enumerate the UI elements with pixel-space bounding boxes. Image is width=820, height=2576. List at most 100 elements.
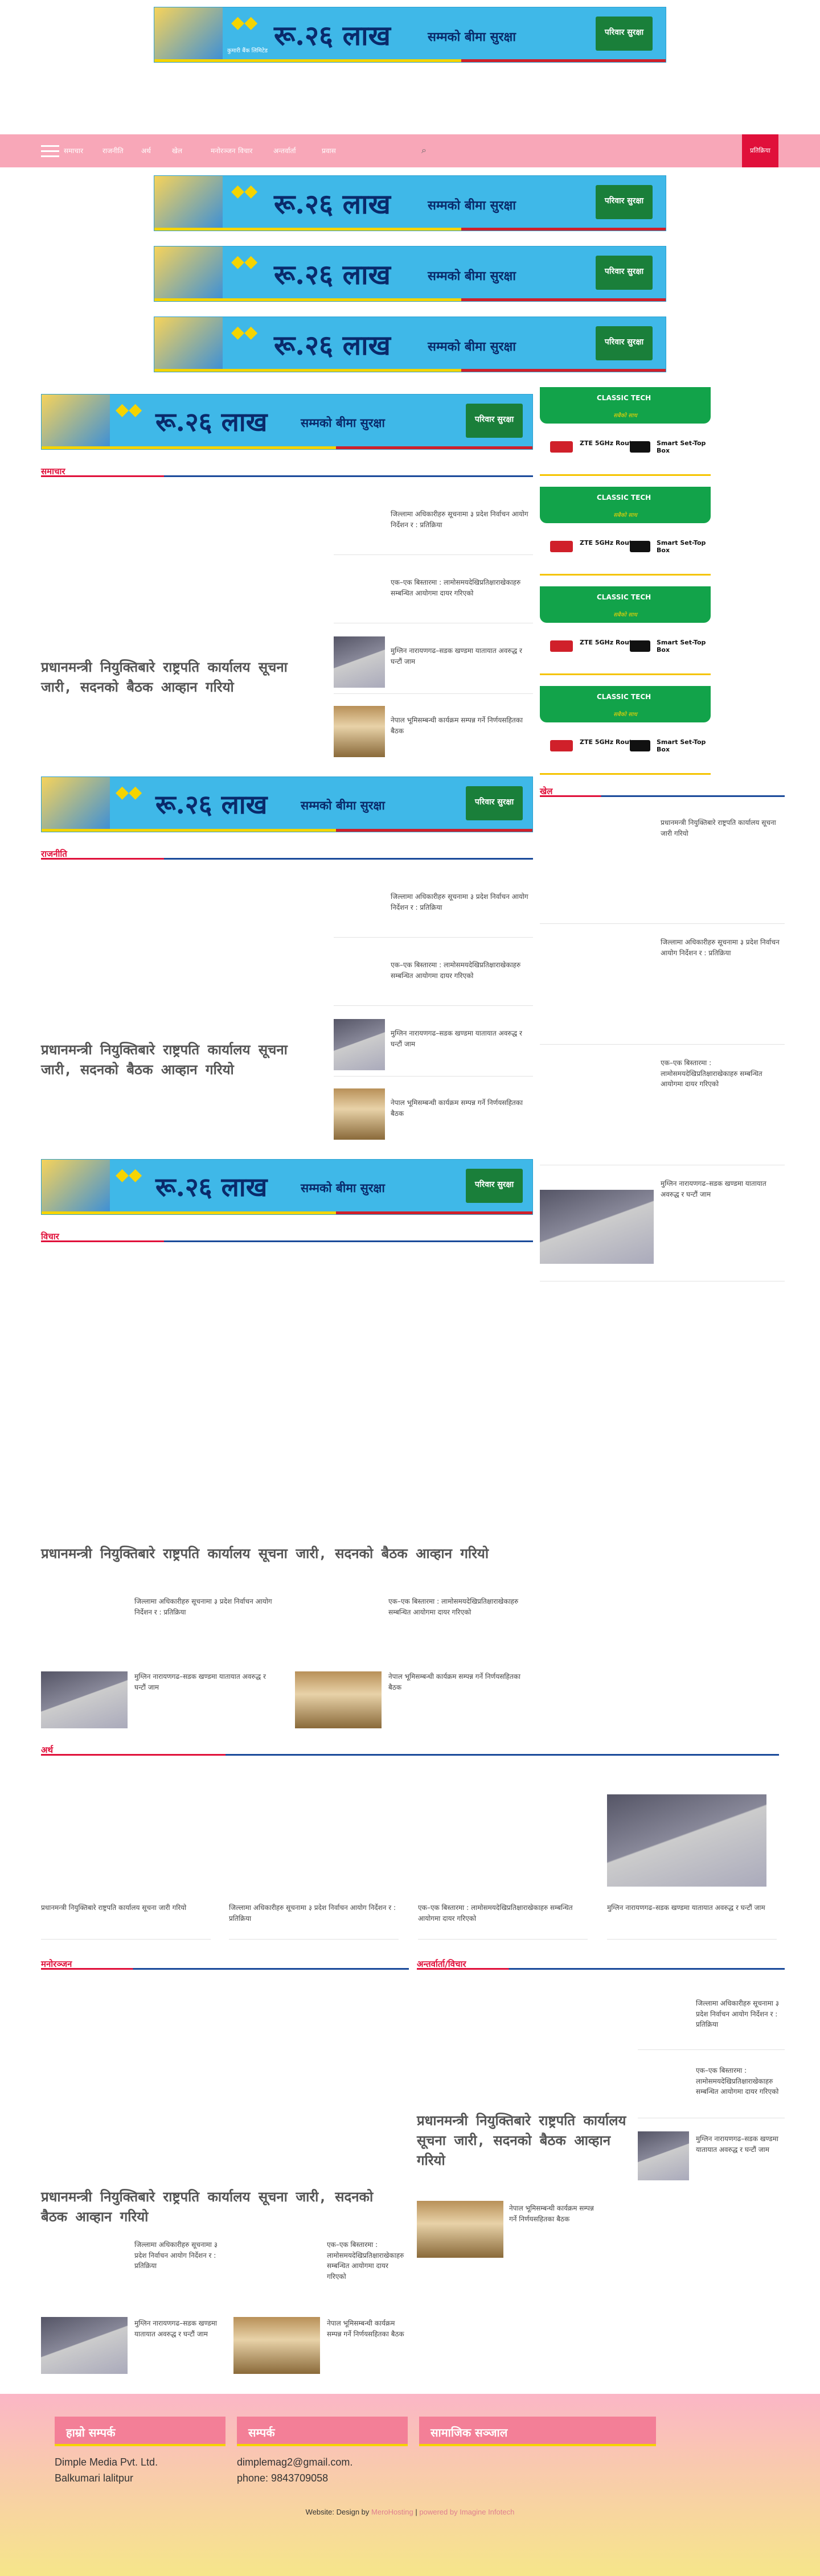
ad-amount: रू.२६ लाख xyxy=(274,259,391,291)
news-thumbnail[interactable] xyxy=(334,1019,385,1070)
news-item-title[interactable]: नेपाल भूमिसम्बन्धी कार्यक्रम सम्पन्न गर्… xyxy=(391,715,533,736)
news-item-title[interactable]: प्रधानमन्त्री नियुक्तिबारे राष्ट्रपति का… xyxy=(661,817,780,839)
nav-item[interactable]: समाचार xyxy=(64,146,83,155)
lead-headline[interactable]: प्रधानमन्त्री नियुक्तिबारे राष्ट्रपति का… xyxy=(41,1544,533,1564)
ad-diamond-icon: ◆◆ xyxy=(116,782,142,802)
content-banner-ad-2[interactable]: ◆◆ रू.२६ लाख सम्मको बीमा सुरक्षा परिवार … xyxy=(41,777,533,832)
news-item-title[interactable]: जिल्लामा अधिकारीहरु सूचनामा ३ प्रदेश निर… xyxy=(696,1998,785,2030)
ad-item: Smart Set-Top Box xyxy=(657,639,706,654)
news-item-title[interactable]: नेपाल भूमिसम्बन्धी कार्यक्रम सम्पन्न गर्… xyxy=(327,2318,407,2339)
credit-powered-link[interactable]: powered by Imagine Infotech xyxy=(419,2508,514,2516)
ad-family-image xyxy=(154,317,223,372)
ad-family-image xyxy=(154,246,223,301)
banner-ad-2[interactable]: ◆◆ रू.२६ लाख सम्मको बीमा सुरक्षा परिवार … xyxy=(154,246,666,302)
lead-headline[interactable]: प्रधानमन्त्री नियुक्तिबारे राष्ट्रपति का… xyxy=(417,2111,633,2170)
lead-headline[interactable]: प्रधानमन्त्री नियुक्तिबारे राष्ट्रपति का… xyxy=(41,2187,405,2227)
news-thumbnail[interactable] xyxy=(607,1794,766,1887)
nav-item[interactable]: अन्तर्वार्ता xyxy=(273,146,296,155)
nav-item[interactable]: प्रवास xyxy=(322,146,336,155)
nav-item[interactable]: खेल xyxy=(172,146,182,155)
banner-ad-1[interactable]: ◆◆ रू.२६ लाख सम्मको बीमा सुरक्षा परिवार … xyxy=(154,175,666,231)
ad-amount: रू.२६ लाख xyxy=(155,406,268,437)
news-item-title[interactable]: जिल्लामा अधिकारीहरु सूचनामा ३ प्रदेश निर… xyxy=(661,937,780,958)
footer-heading: सामाजिक सञ्जाल xyxy=(419,2417,656,2446)
nav-item[interactable]: राजनीति xyxy=(102,146,124,155)
news-item-title[interactable]: जिल्लामा अधिकारीहरु सूचनामा ३ प्रदेश निर… xyxy=(134,1596,282,1617)
nav-item[interactable]: मनोरञ्जन xyxy=(211,146,235,155)
feedback-button[interactable]: प्रतिक्रिया xyxy=(742,134,778,167)
news-thumbnail[interactable] xyxy=(638,2131,689,2180)
news-item-title[interactable]: मुग्लिन नारायणगढ–सडक खण्डमा यातायात अवरु… xyxy=(134,1671,271,1692)
news-item-title[interactable]: मुग्लिन नारायणगढ–सडक खण्डमा यातायात अवरु… xyxy=(607,1903,778,1913)
news-item-title[interactable]: मुग्लिन नारायणगढ–सडक खण्डमा यातायात अवरु… xyxy=(391,1028,533,1049)
news-item-title[interactable]: जिल्लामा अधिकारीहरु सूचनामा ३ प्रदेश निर… xyxy=(391,891,533,913)
credit-separator: | xyxy=(415,2508,417,2516)
news-thumbnail[interactable] xyxy=(334,706,385,757)
news-thumbnail[interactable] xyxy=(334,636,385,688)
sidebar-ad-4[interactable]: CLASSIC TECH सबैको साथ ZTE 5GHz Router S… xyxy=(540,686,711,777)
ad-amount: रू.२६ लाख xyxy=(155,1172,268,1202)
news-item-title[interactable]: प्रधानमन्त्री नियुक्तिबारे राष्ट्रपति का… xyxy=(41,1903,212,1913)
news-thumbnail[interactable] xyxy=(540,1190,654,1264)
nav-item[interactable]: अर्थ xyxy=(141,146,151,155)
news-item-title[interactable]: एक–एक बिस्तारमा : लामोसमयदेखिप्रतिक्षारा… xyxy=(327,2240,407,2282)
nav-item[interactable]: विचार xyxy=(238,146,252,155)
sidebar-ad-1[interactable]: CLASSIC TECH सबैको साथ ZTE 5GHz Router S… xyxy=(540,387,711,478)
news-thumbnail[interactable] xyxy=(233,2317,320,2374)
footer-phone: phone: 9843709058 xyxy=(237,2472,329,2484)
ad-tagline: सम्मको बीमा सुरक्षा xyxy=(428,199,516,213)
ad-item: Smart Set-Top Box xyxy=(657,539,706,554)
news-item-title[interactable]: मुग्लिन नारायणगढ–सडक खण्डमा यातायात अवरु… xyxy=(391,646,533,667)
credit-designer-link[interactable]: MeroHosting xyxy=(371,2508,413,2516)
news-item-title[interactable]: मुग्लिन नारायणगढ–सडक खण्डमा यातायात अवरु… xyxy=(134,2318,220,2339)
news-item-title[interactable]: एक–एक बिस्तारमा : लामोसमयदेखिप्रतिक्षारा… xyxy=(391,960,533,981)
news-item-title[interactable]: एक–एक बिस्तारमा : लामोसमयदेखिप्रतिक्षारा… xyxy=(696,2065,785,2097)
credit-prefix: Website: Design by xyxy=(305,2508,370,2516)
news-thumbnail[interactable] xyxy=(417,2201,503,2258)
news-thumbnail[interactable] xyxy=(41,2317,128,2374)
news-item-title[interactable]: एक–एक बिस्तारमा : लामोसमयदेखिप्रतिक्षारा… xyxy=(388,1596,536,1617)
content-banner-ad-1[interactable]: ◆◆ रू.२६ लाख सम्मको बीमा सुरक्षा परिवार … xyxy=(41,394,533,450)
ad-amount: रू.२६ लाख xyxy=(274,20,391,52)
router-icon xyxy=(550,441,573,453)
ad-product-logo: परिवार सुरक्षा xyxy=(466,404,523,438)
news-item-title[interactable]: नेपाल भूमिसम्बन्धी कार्यक्रम सम्पन्न गर्… xyxy=(509,2203,594,2224)
news-thumbnail[interactable] xyxy=(334,1088,385,1140)
ad-stripe xyxy=(42,1211,532,1214)
search-icon[interactable]: ⌕ xyxy=(421,145,433,156)
news-item-title[interactable]: मुग्लिन नारायणगढ–सडक खण्डमा यातायात अवरु… xyxy=(661,1178,780,1199)
footer-email[interactable]: dimplemag2@gmail.com. xyxy=(237,2456,352,2468)
ad-diamond-icon: ◆◆ xyxy=(116,400,142,420)
sidebar-ad-2[interactable]: CLASSIC TECH सबैको साथ ZTE 5GHz Router S… xyxy=(540,487,711,578)
sidebar-ad-3[interactable]: CLASSIC TECH सबैको साथ ZTE 5GHz Router S… xyxy=(540,586,711,677)
news-item-title[interactable]: जिल्लामा अधिकारीहरु सूचनामा ३ प्रदेश निर… xyxy=(391,509,533,530)
settop-box-icon xyxy=(630,740,650,751)
lead-headline[interactable]: प्रधानमन्त्री नियुक्तिबारे राष्ट्रपति का… xyxy=(41,1040,326,1080)
news-item-title[interactable]: एक–एक बिस्तारमा : लामोसमयदेखिप्रतिक्षारा… xyxy=(661,1058,780,1090)
news-item-title[interactable]: नेपाल भूमिसम्बन्धी कार्यक्रम सम्पन्न गर्… xyxy=(391,1098,533,1119)
ad-slogan: सबैको साथ xyxy=(613,512,637,519)
content-banner-ad-3[interactable]: ◆◆ रू.२६ लाख सम्मको बीमा सुरक्षा परिवार … xyxy=(41,1159,533,1215)
ad-amount: रू.२६ लाख xyxy=(155,789,268,820)
news-thumbnail[interactable] xyxy=(295,1671,382,1728)
hamburger-menu-icon[interactable] xyxy=(41,145,59,158)
router-icon xyxy=(550,541,573,552)
footer-heading: सम्पर्क xyxy=(237,2417,408,2446)
news-item-title[interactable]: जिल्लामा अधिकारीहरु सूचनामा ३ प्रदेश निर… xyxy=(134,2240,220,2271)
footer-credit: Website: Design by MeroHosting | powered… xyxy=(0,2508,820,2516)
banner-ad-3[interactable]: ◆◆ रू.२६ लाख सम्मको बीमा सुरक्षा परिवार … xyxy=(154,317,666,372)
news-thumbnail[interactable] xyxy=(41,1671,128,1728)
lead-headline[interactable]: प्रधानमन्त्री नियुक्तिबारे राष्ट्रपति का… xyxy=(41,658,326,697)
ad-amount: रू.२६ लाख xyxy=(274,188,391,220)
ad-item: Smart Set-Top Box xyxy=(657,738,706,753)
news-item-title[interactable]: एक–एक बिस्तारमा : लामोसमयदेखिप्रतिक्षारा… xyxy=(418,1903,589,1924)
ad-slogan: सबैको साथ xyxy=(613,413,637,419)
settop-box-icon xyxy=(630,640,650,652)
news-item-title[interactable]: जिल्लामा अधिकारीहरु सूचनामा ३ प्रदेश निर… xyxy=(229,1903,400,1924)
news-item-title[interactable]: मुग्लिन नारायणगढ–सडक खण्डमा यातायात अवरु… xyxy=(696,2134,785,2155)
news-item-title[interactable]: नेपाल भूमिसम्बन्धी कार्यक्रम सम्पन्न गर्… xyxy=(388,1671,525,1692)
top-banner-ad[interactable]: ◆◆ कुमारी बैंक लिमिटेड रू.२६ लाख सम्मको … xyxy=(154,7,666,63)
main-nav: समाचार राजनीति अर्थ खेल मनोरञ्जन विचार अ… xyxy=(0,134,820,167)
section-header-economy: अर्थ xyxy=(41,1744,779,1756)
news-item-title[interactable]: एक–एक बिस्तारमा : लामोसमयदेखिप्रतिक्षारा… xyxy=(391,577,533,598)
